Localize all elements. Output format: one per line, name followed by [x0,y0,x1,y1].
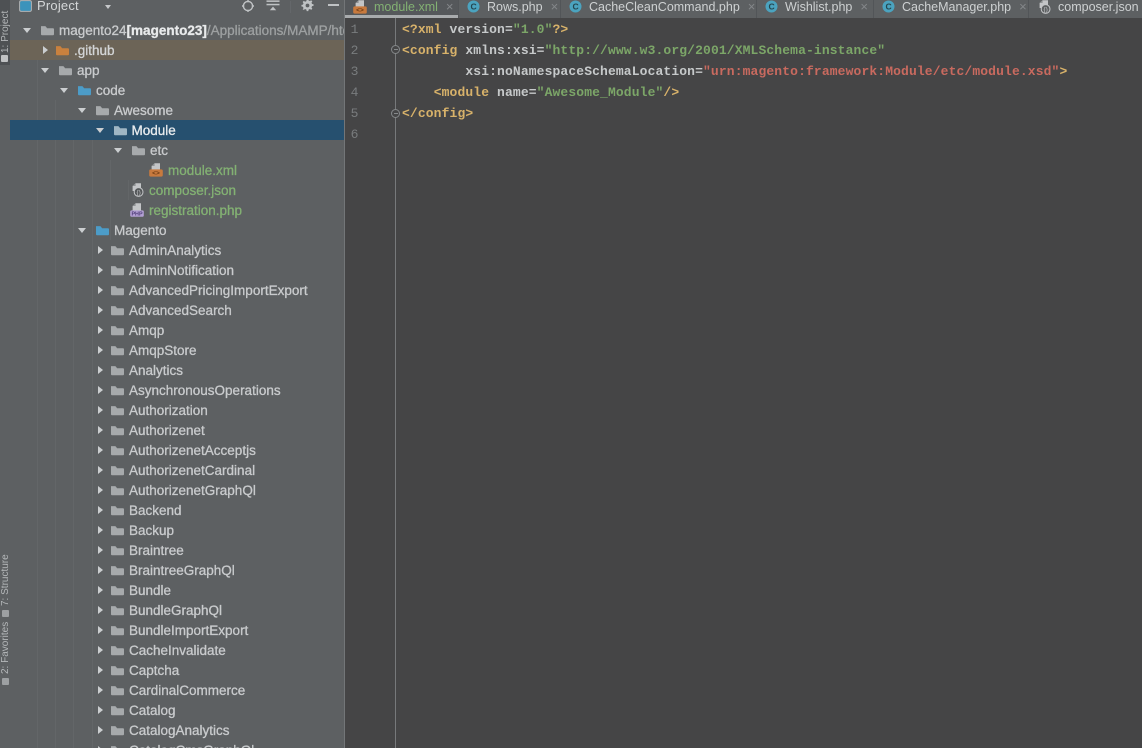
svg-text:C: C [885,2,891,12]
svg-text:<>: <> [356,7,364,14]
svg-text:PHP: PHP [131,212,142,217]
svg-text:{): {) [1043,6,1047,13]
svg-text:C: C [768,2,774,12]
svg-text:C: C [470,2,476,12]
svg-text:C: C [572,2,578,12]
svg-text:{): {) [136,189,140,196]
svg-text:<>: <> [152,170,160,177]
